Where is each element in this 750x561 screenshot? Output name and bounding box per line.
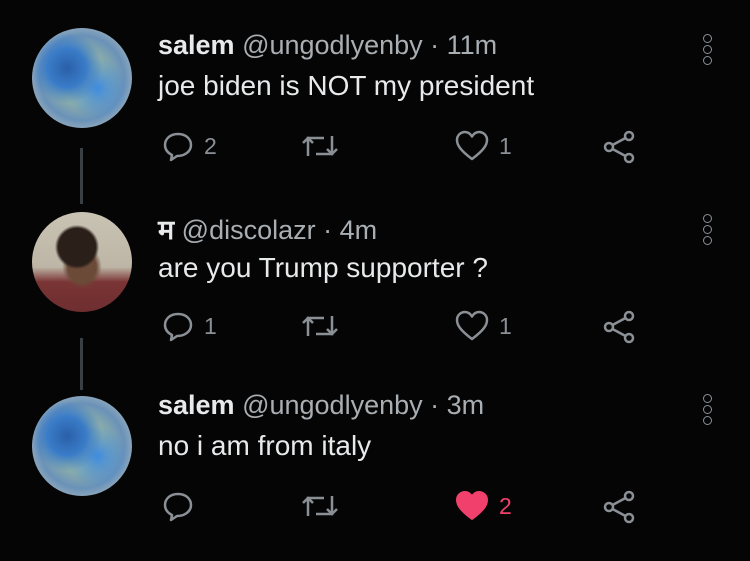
tweet[interactable]: salem @ungodlyenby · 11m joe biden is NO… bbox=[0, 0, 750, 180]
tweet[interactable]: salem @ungodlyenby · 3m no i am from ita… bbox=[0, 376, 750, 556]
reply-count: 1 bbox=[204, 312, 217, 339]
tweet-text: no i am from italy bbox=[158, 430, 372, 461]
share-icon bbox=[603, 130, 635, 164]
separator: · bbox=[430, 30, 440, 60]
retweet-icon bbox=[302, 496, 338, 516]
share-button[interactable] bbox=[602, 490, 636, 524]
retweet-button[interactable] bbox=[300, 130, 350, 162]
share-icon bbox=[603, 490, 635, 524]
heart-filled-icon bbox=[456, 491, 488, 520]
like-count: 1 bbox=[499, 132, 512, 159]
display-name[interactable]: salem bbox=[158, 30, 235, 60]
separator: · bbox=[430, 390, 440, 420]
tweet[interactable]: म @discolazr · 4m are you Trump supporte… bbox=[0, 188, 750, 368]
more-options-icon[interactable] bbox=[703, 212, 713, 247]
separator: · bbox=[323, 215, 333, 245]
retweet-button[interactable] bbox=[300, 310, 350, 342]
reply-count: 2 bbox=[204, 132, 217, 159]
retweet-icon bbox=[302, 136, 338, 156]
tweet-header: salem @ungodlyenby · 11m bbox=[158, 30, 497, 61]
tweet-text: are you Trump supporter ? bbox=[158, 252, 488, 283]
reply-button[interactable]: 2 bbox=[162, 130, 217, 162]
display-name[interactable]: salem bbox=[158, 390, 235, 420]
reply-icon bbox=[163, 132, 193, 162]
timestamp[interactable]: 4m bbox=[340, 215, 378, 245]
timestamp[interactable]: 11m bbox=[447, 30, 498, 60]
like-button[interactable]: 1 bbox=[455, 130, 512, 162]
tweet-header: म @discolazr · 4m bbox=[158, 210, 377, 247]
heart-outline-icon bbox=[455, 130, 489, 161]
share-icon bbox=[603, 310, 635, 344]
like-button[interactable]: 1 bbox=[455, 310, 512, 342]
tweet-text: joe biden is NOT my president bbox=[158, 70, 535, 101]
more-options-icon[interactable] bbox=[703, 392, 713, 427]
reply-button[interactable]: 1 bbox=[162, 310, 217, 342]
like-count: 1 bbox=[499, 312, 512, 339]
user-handle[interactable]: @ungodlyenby bbox=[242, 30, 423, 60]
retweet-button[interactable] bbox=[300, 490, 350, 522]
like-button[interactable]: 2 bbox=[455, 490, 512, 522]
share-button[interactable] bbox=[602, 130, 636, 164]
display-name[interactable]: म bbox=[158, 215, 174, 245]
tweet-header: salem @ungodlyenby · 3m bbox=[158, 390, 484, 421]
share-button[interactable] bbox=[602, 310, 636, 344]
user-handle[interactable]: @ungodlyenby bbox=[242, 390, 423, 420]
more-options-icon[interactable] bbox=[703, 32, 713, 67]
reply-button[interactable] bbox=[162, 490, 204, 522]
reply-icon bbox=[163, 492, 193, 522]
timestamp[interactable]: 3m bbox=[447, 390, 485, 420]
avatar[interactable] bbox=[32, 28, 132, 128]
reply-icon bbox=[163, 312, 193, 342]
avatar[interactable] bbox=[32, 212, 132, 312]
user-handle[interactable]: @discolazr bbox=[182, 215, 316, 245]
heart-outline-icon bbox=[455, 310, 489, 341]
like-count: 2 bbox=[499, 492, 512, 519]
retweet-icon bbox=[302, 316, 338, 336]
avatar[interactable] bbox=[32, 396, 132, 496]
